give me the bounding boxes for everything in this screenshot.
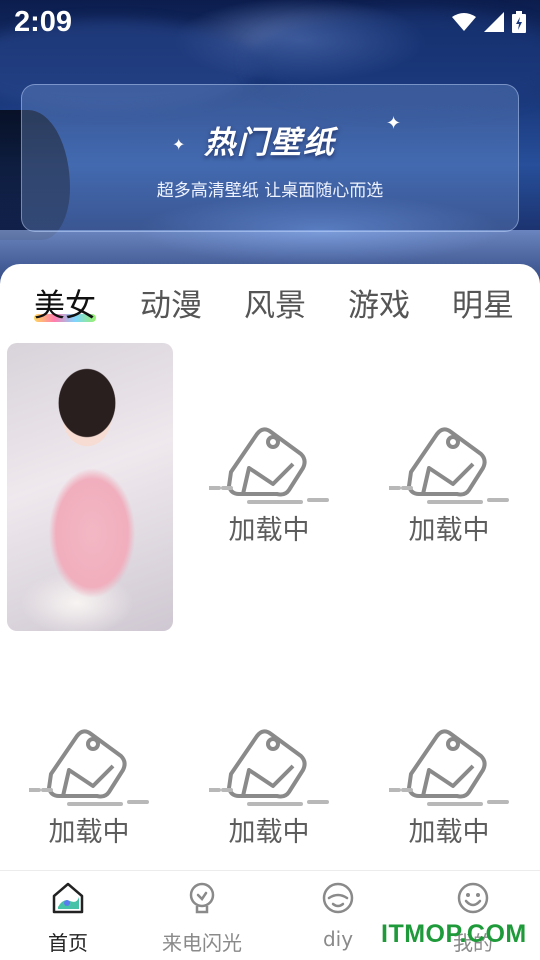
tab-label: 风景 [244, 288, 306, 324]
banner-title: 热门壁纸 [204, 125, 336, 161]
hot-wallpaper-banner[interactable]: ✦ ✦ 热门壁纸 超多高清壁纸 让桌面随心而选 [21, 84, 519, 232]
category-tabs: 美女 动漫 风景 游戏 明星 [0, 280, 540, 330]
image-placeholder-icon [389, 427, 509, 504]
tab-celebrities[interactable]: 明星 [452, 280, 514, 325]
image-placeholder-icon [209, 427, 329, 504]
loading-text: 加载中 [408, 817, 490, 848]
tab-label: 明星 [452, 288, 514, 324]
tab-label: 动漫 [140, 288, 202, 324]
image-placeholder-icon [389, 729, 509, 806]
banner-subtitle: 超多高清壁纸 让桌面随心而选 [156, 181, 384, 201]
lightbulb-icon [189, 882, 215, 914]
loading-text: 加载中 [408, 515, 490, 546]
nav-item-diy[interactable]: diy [278, 881, 398, 951]
nav-label: 来电闪光 [162, 931, 242, 955]
loading-text: 加载中 [228, 515, 310, 546]
nav-item-home[interactable]: 首页 [8, 881, 128, 956]
loading-placeholder[interactable]: 加载中 [389, 726, 509, 856]
status-bar: 2:09 [0, 0, 540, 44]
loading-placeholder[interactable]: 加载中 [209, 424, 329, 554]
signal-icon [484, 12, 504, 32]
tab-beauty[interactable]: 美女 [34, 280, 96, 325]
site-watermark: ITMOP.COM [381, 920, 527, 948]
nav-label: 首页 [48, 931, 88, 955]
sparkle-icon: ✦ [172, 135, 186, 154]
loading-placeholder[interactable]: 加载中 [389, 424, 509, 554]
sparkle-icon: ✦ [386, 113, 402, 134]
wallpaper-thumbnail[interactable] [7, 343, 173, 631]
nav-label: diy [322, 927, 354, 951]
image-placeholder-icon [209, 729, 329, 806]
tab-anime[interactable]: 动漫 [140, 280, 202, 325]
home-icon [52, 882, 84, 914]
status-icons [452, 11, 526, 33]
tab-label: 游戏 [348, 288, 410, 324]
loading-text: 加载中 [228, 817, 310, 848]
status-time: 2:09 [14, 5, 73, 38]
battery-icon [512, 11, 526, 33]
wifi-icon [452, 13, 476, 31]
loading-placeholder[interactable]: 加载中 [29, 726, 149, 856]
smile-face-icon [457, 882, 489, 914]
diy-face-icon [322, 882, 354, 914]
image-placeholder-icon [29, 729, 149, 806]
tab-scenery[interactable]: 风景 [244, 280, 306, 325]
loading-placeholder[interactable]: 加载中 [209, 726, 329, 856]
tab-label: 美女 [34, 288, 96, 324]
loading-text: 加载中 [48, 817, 130, 848]
nav-item-call-flash[interactable]: 来电闪光 [142, 881, 262, 956]
tab-games[interactable]: 游戏 [348, 280, 410, 325]
